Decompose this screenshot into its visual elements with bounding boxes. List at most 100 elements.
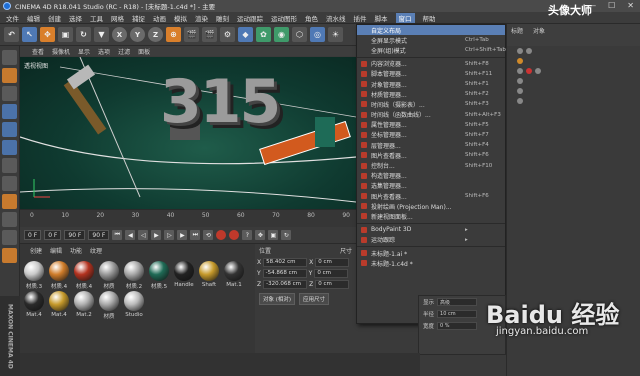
window-menu-item[interactable]: 全屏(组)模式 Ctrl+Shift+Tab	[357, 45, 506, 55]
go-to-end-icon[interactable]: ⏭	[190, 230, 201, 240]
scene-icon[interactable]: ⬡	[292, 27, 307, 42]
material-swatch[interactable]: Mat.2	[72, 291, 96, 320]
enable-axis-icon[interactable]	[2, 158, 17, 173]
viewport-menu-item[interactable]: 过滤	[118, 47, 130, 56]
menu-item[interactable]: 窗口	[395, 12, 415, 23]
planar-workplane-icon[interactable]	[2, 248, 17, 263]
menu-item[interactable]: 脚本	[375, 13, 388, 23]
window-menu-item[interactable]: 全屏显示模式 Ctrl+Tab	[357, 35, 505, 45]
size-field[interactable]: 0 cm	[314, 269, 349, 278]
object-row[interactable]	[507, 86, 640, 96]
next-frame-icon[interactable]: ▷	[164, 230, 175, 240]
loop-icon[interactable]: ⟲	[203, 230, 214, 240]
window-menu-item[interactable]: 自定义布局	[357, 25, 505, 36]
window-menu-item[interactable]: 内容浏览器... Shift+F8	[357, 59, 505, 69]
points-mode-icon[interactable]	[2, 104, 17, 119]
viewport-menu-item[interactable]: 查看	[32, 47, 44, 56]
window-menu-item[interactable]: 运动跟踪 ▸	[357, 235, 505, 245]
select-tool-icon[interactable]: ↖	[22, 27, 37, 42]
material-swatch[interactable]: Shaft	[197, 261, 221, 290]
undo-icon[interactable]: ↶	[4, 27, 19, 42]
window-menu-item[interactable]: 未标题-1.c4d *	[357, 258, 505, 268]
window-menu-item[interactable]: 选集管理器...	[357, 181, 505, 191]
material-menu-item[interactable]: 纹理	[90, 246, 102, 255]
menu-item[interactable]: 编辑	[27, 13, 40, 23]
render-settings-icon[interactable]: ⚙	[220, 27, 235, 42]
material-swatch[interactable]: Mat.4	[22, 291, 46, 320]
rotate-tool-icon[interactable]: ↻	[76, 27, 91, 42]
menu-item[interactable]: 运动跟踪	[237, 13, 263, 23]
z-axis-button[interactable]: Z	[148, 27, 163, 42]
next-key-icon[interactable]: ▶	[177, 230, 188, 240]
menu-item[interactable]: 模拟	[174, 13, 187, 23]
menu-item[interactable]: 雕刻	[216, 13, 229, 23]
size-field[interactable]: 0 cm	[315, 280, 350, 289]
window-menu-item[interactable]: 对象管理器... Shift+F1	[357, 79, 505, 89]
material-swatch[interactable]: 材质.2	[122, 261, 146, 290]
viewport-menu-item[interactable]: 摄像机	[52, 47, 70, 56]
coordinate-system-icon[interactable]: ⊕	[166, 27, 181, 42]
window-menu-item[interactable]: 投射绘画 (Projection Man)...	[357, 201, 505, 211]
recent-tools-icon[interactable]: ▼	[94, 27, 109, 42]
menu-item[interactable]: 选择	[69, 13, 82, 23]
viewport-menu-item[interactable]: 选项	[98, 47, 110, 56]
menu-item[interactable]: 创建	[48, 13, 61, 23]
record-icon[interactable]	[216, 230, 227, 240]
material-swatch[interactable]: Mat.1	[222, 261, 246, 290]
viewport-menu-item[interactable]: 显示	[78, 47, 90, 56]
coord-mode-select[interactable]: 对象 (相对)	[259, 293, 296, 305]
render-picture-viewer-icon[interactable]: 🎬	[202, 27, 217, 42]
object-row[interactable]	[507, 46, 640, 56]
scale-tool-icon[interactable]: ▣	[58, 27, 73, 42]
edges-mode-icon[interactable]	[2, 122, 17, 137]
object-row[interactable]	[507, 66, 640, 76]
attribute-field[interactable]: 0 %	[437, 322, 478, 330]
window-menu-item[interactable]: BodyPaint 3D ▸	[357, 225, 505, 235]
window-menu-item[interactable]: 层管理器... Shift+F4	[357, 140, 505, 150]
window-menu-item[interactable]: 时间线（函数曲线）... Shift+Alt+F3	[357, 110, 505, 120]
play-icon[interactable]: ▶	[151, 230, 162, 240]
maximize-button[interactable]: ☐	[608, 1, 615, 10]
keyframe-selection-icon[interactable]: ?	[242, 230, 253, 240]
x-axis-button[interactable]: X	[112, 27, 127, 42]
menu-item[interactable]: 动画	[153, 13, 166, 23]
material-swatch[interactable]: 材质	[97, 291, 121, 320]
snap-icon[interactable]	[2, 194, 17, 209]
right-panel-tab[interactable]: 对象	[533, 28, 545, 35]
material-menu-item[interactable]: 编辑	[50, 246, 62, 255]
position-field[interactable]: -320.068 cm	[263, 280, 308, 289]
material-swatch[interactable]: 材质.5	[147, 261, 171, 290]
light-icon[interactable]: ☀	[328, 27, 343, 42]
menu-item[interactable]: 运动图形	[271, 13, 297, 23]
position-field[interactable]: 58.402 cm	[263, 258, 308, 267]
window-menu-item[interactable]: 脚本管理器... Shift+F11	[357, 69, 505, 79]
window-menu-item[interactable]: 构造管理器...	[357, 171, 505, 181]
material-swatch[interactable]: 材质.3	[22, 261, 46, 290]
menu-item[interactable]: 插件	[354, 13, 367, 23]
menu-item[interactable]: 流水线	[326, 13, 346, 23]
object-row[interactable]	[507, 96, 640, 106]
attribute-field[interactable]: 高级	[437, 298, 478, 306]
window-menu-item[interactable]: 时间线（摄影表）... Shift+F3	[357, 99, 505, 109]
start-frame-field[interactable]: 0 F	[24, 230, 42, 240]
current-frame-field[interactable]: 0 F	[44, 230, 62, 240]
attribute-field[interactable]: 10 cm	[437, 310, 478, 318]
polygons-mode-icon[interactable]	[2, 140, 17, 155]
render-view-icon[interactable]: 🎬	[184, 27, 199, 42]
menu-item[interactable]: 工具	[90, 13, 103, 23]
go-to-start-icon[interactable]: ⏮	[112, 230, 123, 240]
camera-icon[interactable]: ◎	[310, 27, 325, 42]
window-menu-item[interactable]: 属性管理器... Shift+F5	[357, 120, 505, 130]
material-swatch[interactable]: Mat.4	[47, 291, 71, 320]
apply-size-button[interactable]: 应用尺寸	[299, 293, 330, 305]
model-mode-icon[interactable]	[2, 86, 17, 101]
material-menu-item[interactable]: 创建	[30, 246, 42, 255]
autokey-icon[interactable]	[229, 230, 240, 240]
generator-icon[interactable]: ✿	[256, 27, 271, 42]
perspective-viewport[interactable]: 透视视图 315	[20, 57, 356, 209]
scale-key-icon[interactable]: ▣	[268, 230, 279, 240]
close-button[interactable]: ✕	[627, 1, 634, 10]
position-key-icon[interactable]: ✥	[255, 230, 266, 240]
timeline-ruler[interactable]: 0 10 20 30 40 50 60 70 80 90	[20, 209, 356, 227]
object-row[interactable]	[507, 56, 640, 66]
